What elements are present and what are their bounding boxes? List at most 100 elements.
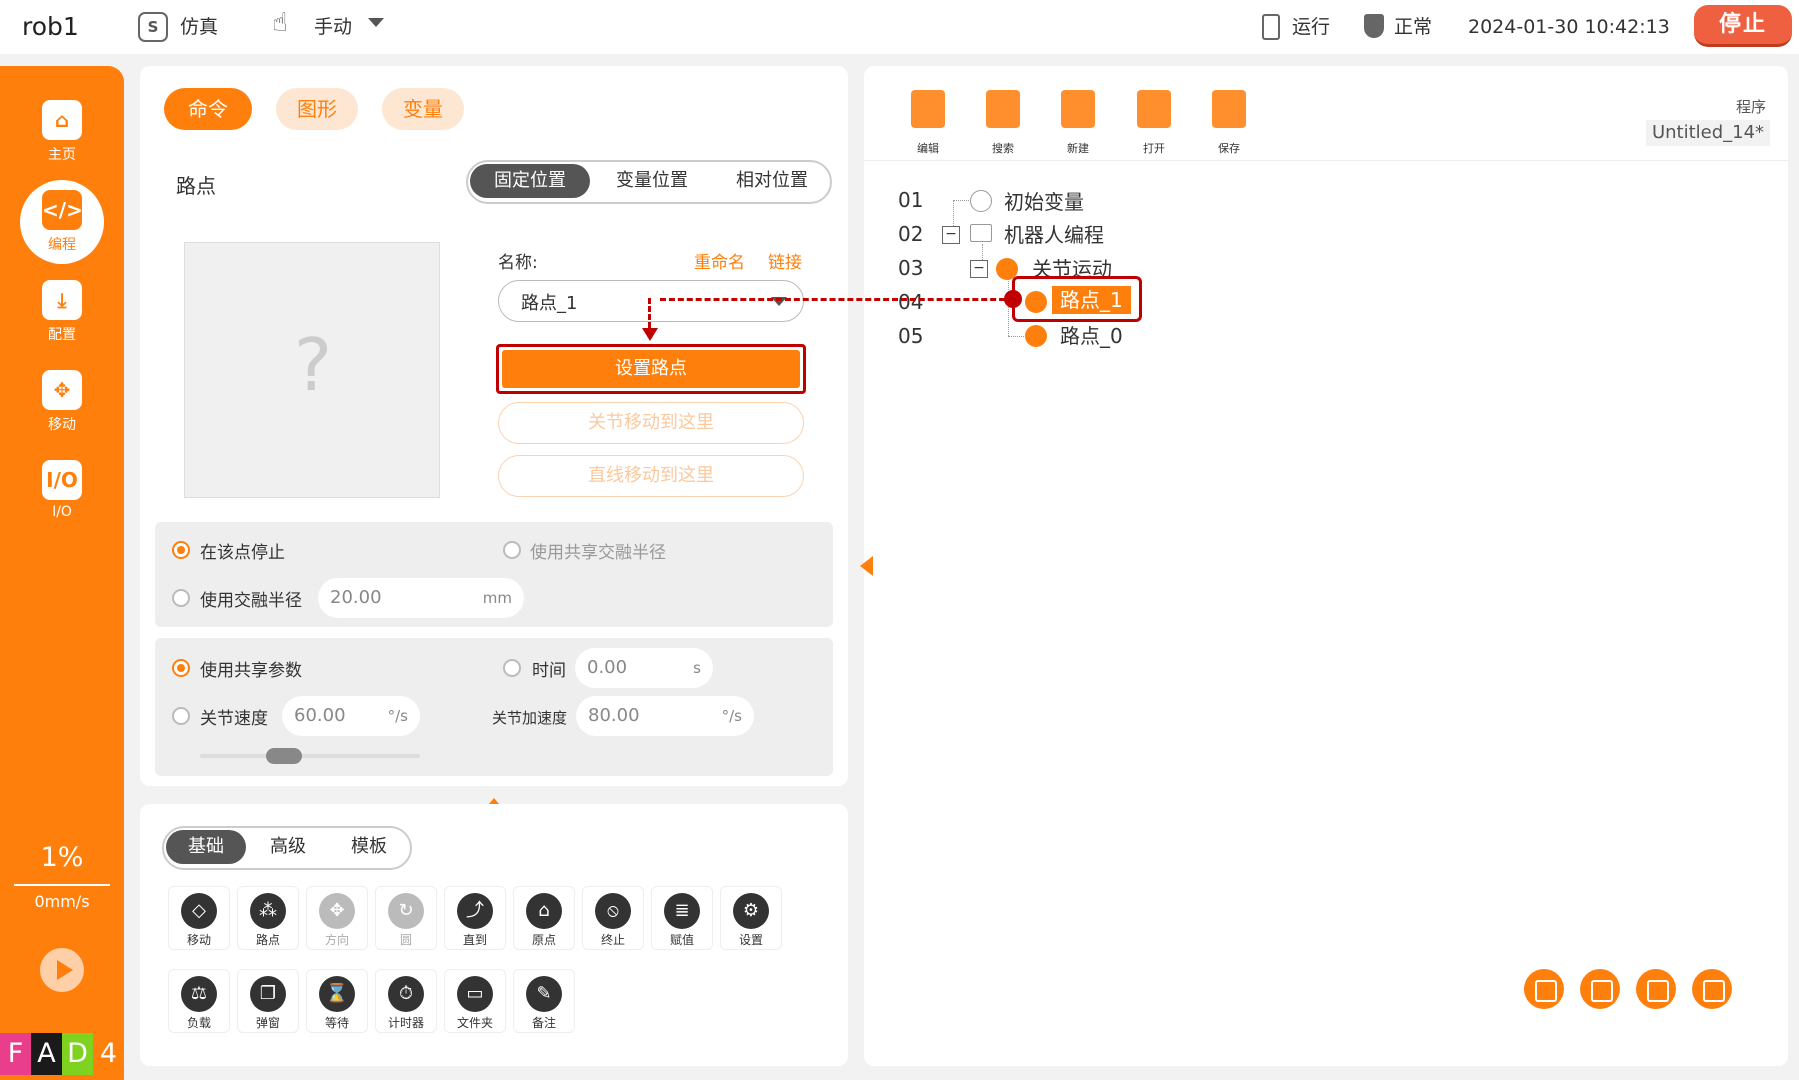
- toolbar-edit[interactable]: 编辑: [898, 90, 958, 156]
- new-file-icon: [1061, 90, 1095, 128]
- time-unit: s: [693, 659, 701, 677]
- tab-variable-position[interactable]: 变量位置: [592, 164, 712, 198]
- shared-blend-radio[interactable]: [503, 541, 521, 559]
- nav-programming-label: 编程: [48, 237, 76, 253]
- tab-fixed-position[interactable]: 固定位置: [470, 164, 590, 198]
- tool-icon: ⦸: [595, 893, 631, 929]
- shared-params-radio[interactable]: [172, 659, 190, 677]
- mode-label[interactable]: 手动: [314, 0, 352, 54]
- hand-icon: ☝: [272, 8, 288, 38]
- tool-7[interactable]: ⦸ 终止: [582, 886, 644, 950]
- nav-move[interactable]: ✥ 移动: [0, 370, 124, 434]
- name-label: 名称:: [498, 253, 538, 273]
- tool-12[interactable]: ⌛ 等待: [306, 969, 368, 1033]
- collapse-left-icon[interactable]: [860, 556, 873, 576]
- tab-command[interactable]: 命令: [164, 88, 252, 130]
- tool-label: 计时器: [387, 1016, 424, 1030]
- use-blend-label: 使用交融半径: [200, 591, 302, 611]
- tool-11[interactable]: ❐ 弹窗: [237, 969, 299, 1033]
- nav-programming[interactable]: </> 编程: [0, 180, 124, 264]
- stop-here-label: 在该点停止: [200, 543, 285, 563]
- tool-icon: ✥: [319, 893, 355, 929]
- time-input[interactable]: 0.00 s: [575, 648, 713, 688]
- fit-view-icon[interactable]: [1636, 969, 1676, 1009]
- tool-3[interactable]: ✥ 方向: [306, 886, 368, 950]
- speed-slider-handle[interactable]: [266, 748, 302, 764]
- rename-link[interactable]: 重命名: [694, 248, 745, 273]
- tool-13[interactable]: ⏱ 计时器: [375, 969, 437, 1033]
- tool-6[interactable]: ⌂ 原点: [513, 886, 575, 950]
- tool-15[interactable]: ✎ 备注: [513, 969, 575, 1033]
- tool-label: 文件夹: [456, 1016, 493, 1030]
- time-label: 时间: [532, 661, 566, 681]
- toolbar-search-label: 搜索: [992, 142, 1014, 155]
- joint-accel-unit: °/s: [721, 707, 742, 725]
- tool-label: 原点: [531, 933, 556, 947]
- toolbar-open[interactable]: 打开: [1124, 90, 1184, 156]
- toolbar-save[interactable]: 保存: [1199, 90, 1259, 156]
- expand-vertical-icon[interactable]: [1580, 969, 1620, 1009]
- tool-10[interactable]: ⚖ 负载: [168, 969, 230, 1033]
- use-blend-radio[interactable]: [172, 589, 190, 607]
- tab-graphics[interactable]: 图形: [276, 88, 358, 130]
- annotation-arrow-head: [642, 328, 658, 341]
- tab-basic[interactable]: 基础: [166, 830, 246, 864]
- tree-node-init-variables[interactable]: 初始变量: [1004, 186, 1084, 215]
- linear-move-here-button[interactable]: 直线移动到这里: [498, 455, 804, 497]
- tool-5[interactable]: ⤴ 直到: [444, 886, 506, 950]
- blend-radius-input[interactable]: 20.00 mm: [318, 578, 524, 618]
- joint-move-here-button[interactable]: 关节移动到这里: [498, 402, 804, 444]
- waypoint-name-select[interactable]: 路点_1: [498, 280, 804, 322]
- tool-1[interactable]: ◇ 移动: [168, 886, 230, 950]
- tree-node-robot-program[interactable]: 机器人编程: [1004, 219, 1104, 248]
- link-link[interactable]: 链接: [768, 248, 802, 273]
- search-icon: [986, 90, 1020, 128]
- tab-template[interactable]: 模板: [328, 830, 410, 864]
- nav-config[interactable]: ⤓ 配置: [0, 280, 124, 344]
- chevron-down-icon[interactable]: [368, 18, 384, 27]
- simulation-label[interactable]: 仿真: [180, 0, 218, 54]
- toolbar-new[interactable]: 新建: [1048, 90, 1108, 156]
- stop-here-radio[interactable]: [172, 541, 190, 559]
- joint-speed-input[interactable]: 60.00 °/s: [282, 696, 420, 736]
- play-icon[interactable]: [40, 948, 84, 992]
- line-number: 01: [898, 188, 924, 212]
- tree-node-waypoint-0[interactable]: 路点_0: [1060, 320, 1123, 349]
- toolbox-tabs: 基础 高级 模板: [162, 826, 412, 870]
- line-number: 05: [898, 324, 924, 348]
- tab-relative-position[interactable]: 相对位置: [712, 164, 832, 198]
- robot-name[interactable]: rob1: [22, 0, 79, 54]
- tool-9[interactable]: ⚙ 设置: [720, 886, 782, 950]
- tool-8[interactable]: ≣ 赋值: [651, 886, 713, 950]
- tool-4[interactable]: ↻ 圆: [375, 886, 437, 950]
- stop-button[interactable]: 停止: [1694, 5, 1792, 47]
- speed-percent[interactable]: 1%: [0, 842, 124, 873]
- time-radio[interactable]: [503, 659, 521, 677]
- nav-home[interactable]: ⌂ 主页: [0, 100, 124, 164]
- tool-14[interactable]: ▭ 文件夹: [444, 969, 506, 1033]
- joint-speed-value: 60.00: [294, 705, 346, 726]
- datetime: 2024-01-30 10:42:13: [1468, 16, 1670, 38]
- annotation-arrow-line: [648, 298, 651, 328]
- program-name[interactable]: Untitled_14*: [1646, 120, 1770, 146]
- tree-node-waypoint-1[interactable]: 路点_1: [1052, 286, 1131, 314]
- joint-accel-input[interactable]: 80.00 °/s: [576, 696, 754, 736]
- tool-2[interactable]: ⁂ 路点: [237, 886, 299, 950]
- collapse-icon[interactable]: −: [970, 260, 988, 278]
- toolbar-search[interactable]: 搜索: [973, 90, 1033, 156]
- toolbar-save-label: 保存: [1218, 142, 1240, 155]
- terminal-icon[interactable]: [1692, 969, 1732, 1009]
- tool-label: 方向: [324, 933, 349, 947]
- joint-speed-radio[interactable]: [172, 707, 190, 725]
- set-waypoint-button[interactable]: 设置路点: [502, 350, 800, 388]
- tab-advanced[interactable]: 高级: [248, 830, 328, 864]
- nav-io[interactable]: I/O I/O: [0, 460, 124, 520]
- edit-icon: [911, 90, 945, 128]
- collapse-icon[interactable]: −: [942, 226, 960, 244]
- left-nav-rail: ⌂ 主页 </> 编程 ⤓ 配置 ✥ 移动 I/O I/O: [0, 66, 124, 1080]
- tab-variables[interactable]: 变量: [382, 88, 464, 130]
- speed-slider-track[interactable]: [200, 754, 420, 758]
- expand-horizontal-icon[interactable]: [1524, 969, 1564, 1009]
- tool-label: 设置: [738, 933, 763, 947]
- toolbar-new-label: 新建: [1067, 142, 1089, 155]
